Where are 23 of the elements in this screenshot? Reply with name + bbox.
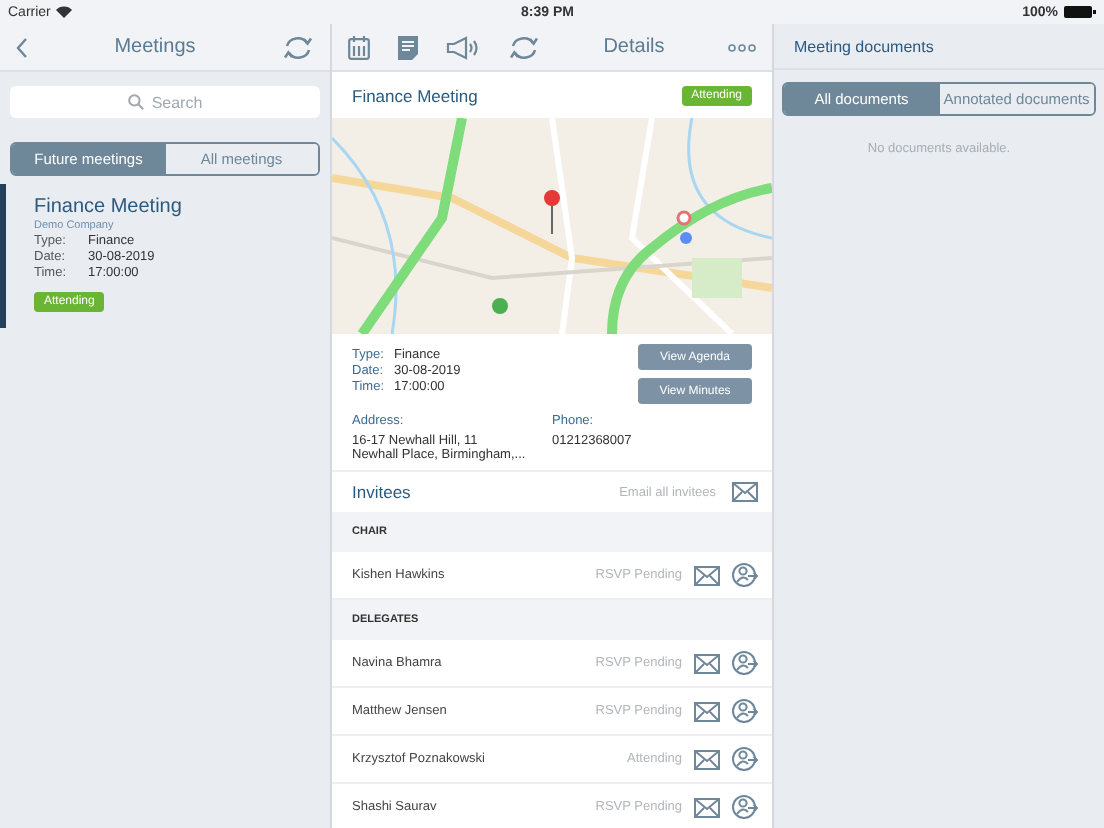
back-icon[interactable] bbox=[16, 37, 28, 57]
envelope-icon[interactable] bbox=[694, 653, 720, 673]
more-icon[interactable] bbox=[727, 43, 756, 51]
documents-heading: Meeting documents bbox=[794, 37, 934, 55]
search-icon bbox=[127, 94, 144, 110]
wifi-icon bbox=[56, 6, 73, 18]
calendar-icon[interactable] bbox=[348, 35, 370, 59]
envelope-icon[interactable] bbox=[732, 482, 758, 502]
search-field[interactable]: Search bbox=[10, 86, 320, 118]
meeting-title: Finance Meeting bbox=[352, 85, 478, 105]
envelope-icon[interactable] bbox=[694, 701, 720, 721]
meeting-title: Finance Meeting bbox=[34, 196, 184, 218]
nav-title: Details bbox=[603, 36, 665, 58]
envelope-icon[interactable] bbox=[694, 565, 720, 585]
document-icon[interactable] bbox=[398, 35, 418, 59]
refresh-icon[interactable] bbox=[281, 33, 314, 61]
invitees-heading: Invitees bbox=[352, 482, 411, 502]
envelope-icon[interactable] bbox=[694, 797, 720, 817]
refresh-icon[interactable] bbox=[508, 33, 540, 61]
megaphone-icon[interactable] bbox=[446, 35, 480, 59]
envelope-icon[interactable] bbox=[694, 749, 720, 769]
battery-icon bbox=[1063, 6, 1096, 18]
nav-title: Meetings bbox=[114, 36, 196, 58]
